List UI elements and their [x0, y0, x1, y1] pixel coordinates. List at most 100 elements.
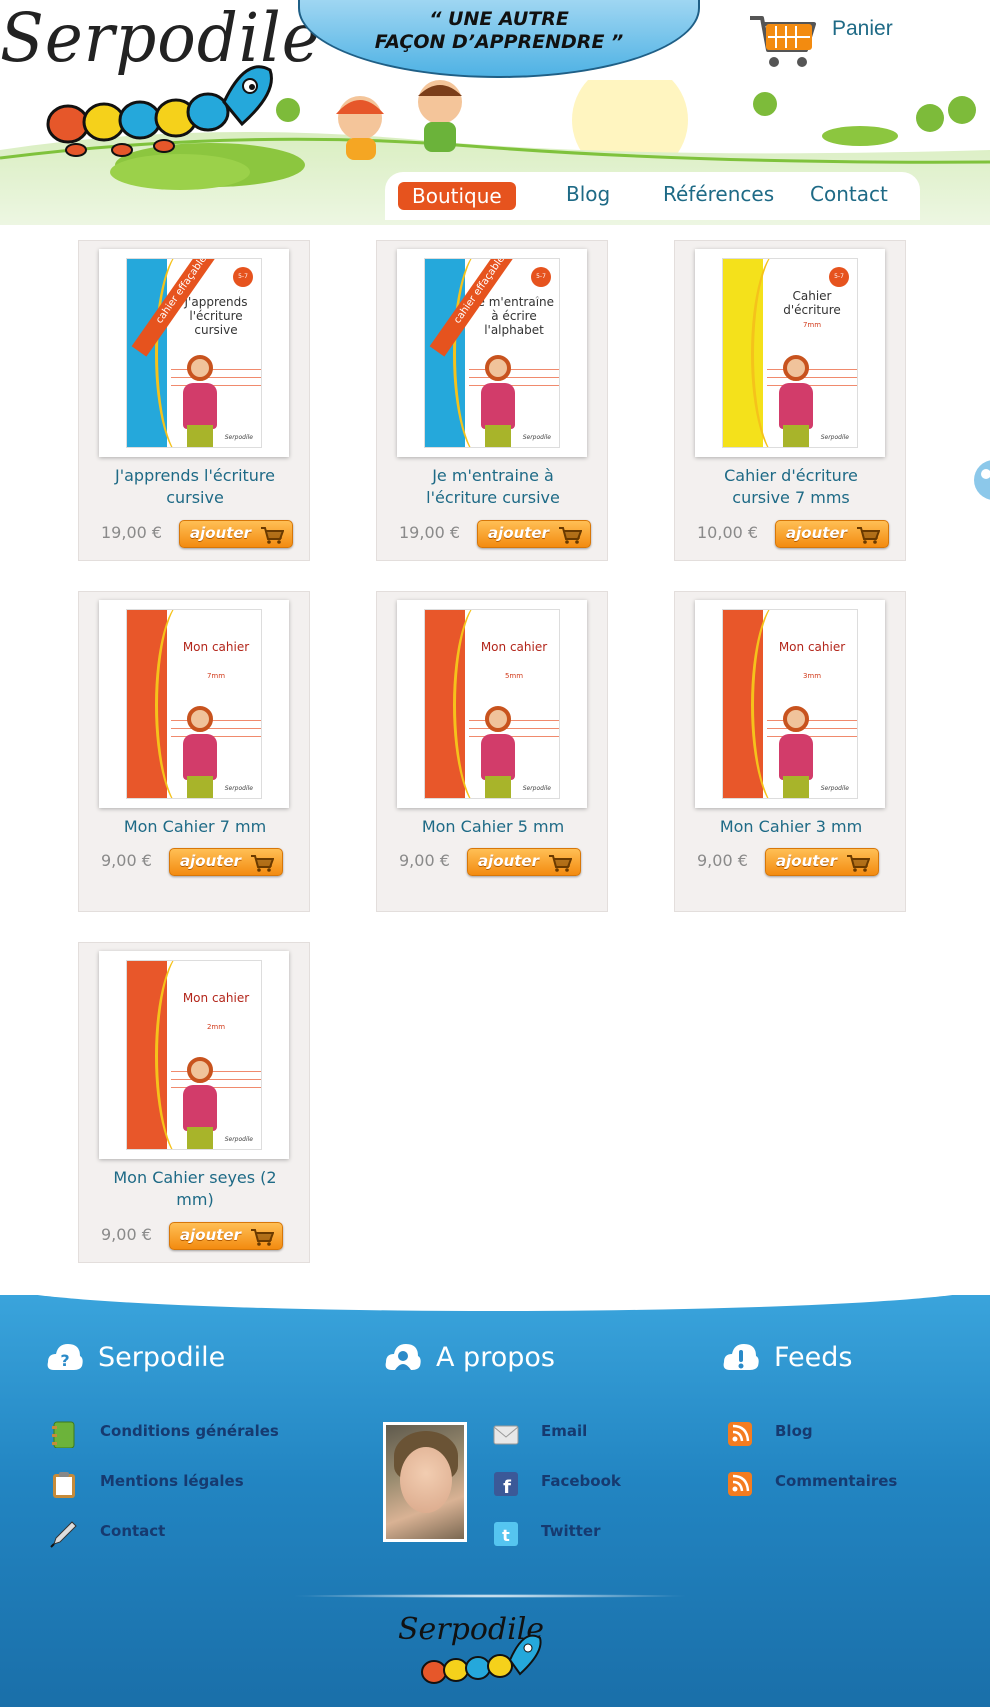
footer-title-feeds: Feeds [774, 1342, 853, 1373]
product-name[interactable]: J'apprends l'écriture cursive [79, 465, 311, 509]
footer-wave [0, 1285, 990, 1311]
cover-kid-head [187, 706, 213, 732]
add-to-cart-button[interactable]: ajouter [169, 1222, 283, 1250]
footer-caterpillar-icon [421, 1634, 542, 1684]
footer-divider [290, 1594, 690, 1598]
tagline: “ Une autre façon d’apprendre ” [298, 8, 700, 54]
product-image[interactable]: Mon cahier Serpodile 5mm [397, 600, 587, 808]
cover-kid-body [183, 734, 217, 780]
cover-brand: Serpodile [224, 434, 253, 441]
footer-link-mentions[interactable]: Mentions légales [100, 1472, 244, 1490]
cover-kid-head [187, 355, 213, 381]
cover-line [767, 369, 857, 370]
product-card[interactable]: Je m'entraîne à écrire l'alphabet Serpod… [376, 240, 608, 561]
footer-link-conditions[interactable]: Conditions générales [100, 1422, 279, 1440]
add-to-cart-label: ajouter [776, 852, 837, 870]
product-image[interactable]: Mon cahier Serpodile 7mm [99, 600, 289, 808]
tagline-line-1: “ Une autre [429, 8, 569, 30]
product-card[interactable]: Mon cahier Serpodile 2mm Mon Cahier seye… [78, 942, 310, 1263]
product-card[interactable]: Cahier d'écriture Serpodile 5-7 ans 7mm C… [674, 240, 906, 561]
add-to-cart-button[interactable]: ajouter [467, 848, 581, 876]
product-card[interactable]: Mon cahier Serpodile 3mm Mon Cahier 3 mm… [674, 591, 906, 912]
cover-kid-legs [783, 425, 809, 447]
footer-link-email[interactable]: Email [541, 1422, 587, 1440]
product-name-line-1[interactable]: Mon Cahier 3 mm [675, 816, 907, 838]
product-card[interactable]: Mon cahier Serpodile 7mm Mon Cahier 7 mm… [78, 591, 310, 912]
page: { "header": { "logo_text": "Serpodile", … [0, 0, 990, 1707]
add-to-cart-button[interactable]: ajouter [775, 520, 889, 548]
product-name[interactable]: Mon Cahier seyes (2 mm) [79, 1167, 311, 1211]
cover-kid-body [481, 383, 515, 429]
product-name[interactable]: Mon Cahier 5 mm [377, 816, 609, 838]
add-to-cart-label: ajouter [180, 1226, 241, 1244]
cover-kid-body [481, 734, 515, 780]
nav-item-boutique[interactable]: Boutique [398, 182, 516, 210]
product-name-line-1[interactable]: Mon Cahier 5 mm [377, 816, 609, 838]
product-image[interactable]: Je m'entraîne à écrire l'alphabet Serpod… [397, 249, 587, 457]
cover-kid-legs [485, 776, 511, 798]
cart-icon [857, 527, 880, 544]
product-card[interactable]: J'apprends l'écriture cursive Serpodile … [78, 240, 310, 561]
email-icon [493, 1425, 519, 1445]
product-image[interactable]: J'apprends l'écriture cursive Serpodile … [99, 249, 289, 457]
cart-icon [261, 527, 284, 544]
nav-item-references[interactable]: Références [663, 182, 774, 206]
product-name-line-1[interactable]: Cahier d'écriture [675, 465, 907, 487]
photo-face [400, 1447, 452, 1513]
add-to-cart-button[interactable]: ajouter [765, 848, 879, 876]
footer-link-comments-feed[interactable]: Commentaires [775, 1472, 897, 1490]
product-name-line-1[interactable]: Mon Cahier 7 mm [79, 816, 311, 838]
product-name-line-1[interactable]: J'apprends l'écriture [79, 465, 311, 487]
footer-link-contact[interactable]: Contact [100, 1522, 165, 1540]
cover-kid-head [187, 1057, 213, 1083]
product-image[interactable]: Mon cahier Serpodile 2mm [99, 951, 289, 1159]
nav-item-contact[interactable]: Contact [810, 182, 888, 206]
footer-link-twitter[interactable]: Twitter [541, 1522, 601, 1540]
add-to-cart-label: ajouter [180, 852, 241, 870]
product-name-line-1[interactable]: Je m'entraine à [377, 465, 609, 487]
cover-brand: Serpodile [224, 1136, 253, 1143]
product-card[interactable]: Mon cahier Serpodile 5mm Mon Cahier 5 mm… [376, 591, 608, 912]
add-to-cart-button[interactable]: ajouter [169, 848, 283, 876]
add-to-cart-button[interactable]: ajouter [179, 520, 293, 548]
product-price: 9,00 € [399, 851, 450, 870]
product-name-line-2[interactable]: cursive [79, 487, 311, 509]
cover-kid-legs [485, 425, 511, 447]
product-name-line-2[interactable]: cursive 7 mms [675, 487, 907, 509]
cover-subtitle: 3mm [802, 672, 822, 680]
product-name[interactable]: Cahier d'écriture cursive 7 mms [675, 465, 907, 509]
cover-brand: Serpodile [820, 434, 849, 441]
book-cover: Mon cahier Serpodile 2mm [126, 960, 262, 1150]
facebook-icon: f [494, 1472, 518, 1498]
product-name[interactable]: Je m'entraine à l'écriture cursive [377, 465, 609, 509]
help-cloud-icon: ? [47, 1344, 83, 1370]
product-name[interactable]: Mon Cahier 7 mm [79, 816, 311, 838]
cover-subtitle: 7mm [802, 321, 822, 329]
product-name-line-2[interactable]: l'écriture cursive [377, 487, 609, 509]
cover-age-badge: 5-7 ans [531, 267, 551, 300]
footer-link-blog-feed[interactable]: Blog [775, 1422, 813, 1440]
cover-subtitle: 5mm [504, 672, 524, 680]
product-image[interactable]: Cahier d'écriture Serpodile 5-7 ans 7mm [695, 249, 885, 457]
add-to-cart-button[interactable]: ajouter [477, 520, 591, 548]
rss-icon [728, 1472, 752, 1496]
cover-line [767, 728, 857, 729]
product-price: 9,00 € [697, 851, 748, 870]
cart-link[interactable]: Panier [832, 17, 893, 41]
caterpillar-logo-icon[interactable] [46, 62, 296, 160]
cover-line [469, 728, 559, 729]
product-image[interactable]: Mon cahier Serpodile 3mm [695, 600, 885, 808]
product-name-line-2[interactable]: mm) [79, 1189, 311, 1211]
shopping-cart-icon[interactable] [748, 10, 818, 72]
add-to-cart-label: ajouter [488, 524, 549, 542]
cover-kid-legs [783, 776, 809, 798]
product-name-line-1[interactable]: Mon Cahier seyes (2 [79, 1167, 311, 1189]
svg-text:?: ? [60, 1351, 69, 1370]
product-price: 19,00 € [399, 523, 461, 542]
product-name[interactable]: Mon Cahier 3 mm [675, 816, 907, 838]
footer-link-facebook[interactable]: Facebook [541, 1472, 621, 1490]
cover-line [171, 720, 261, 721]
book-cover: Cahier d'écriture Serpodile 5-7 ans 7mm [722, 258, 858, 448]
cover-line [767, 720, 857, 721]
nav-item-blog[interactable]: Blog [566, 182, 610, 206]
